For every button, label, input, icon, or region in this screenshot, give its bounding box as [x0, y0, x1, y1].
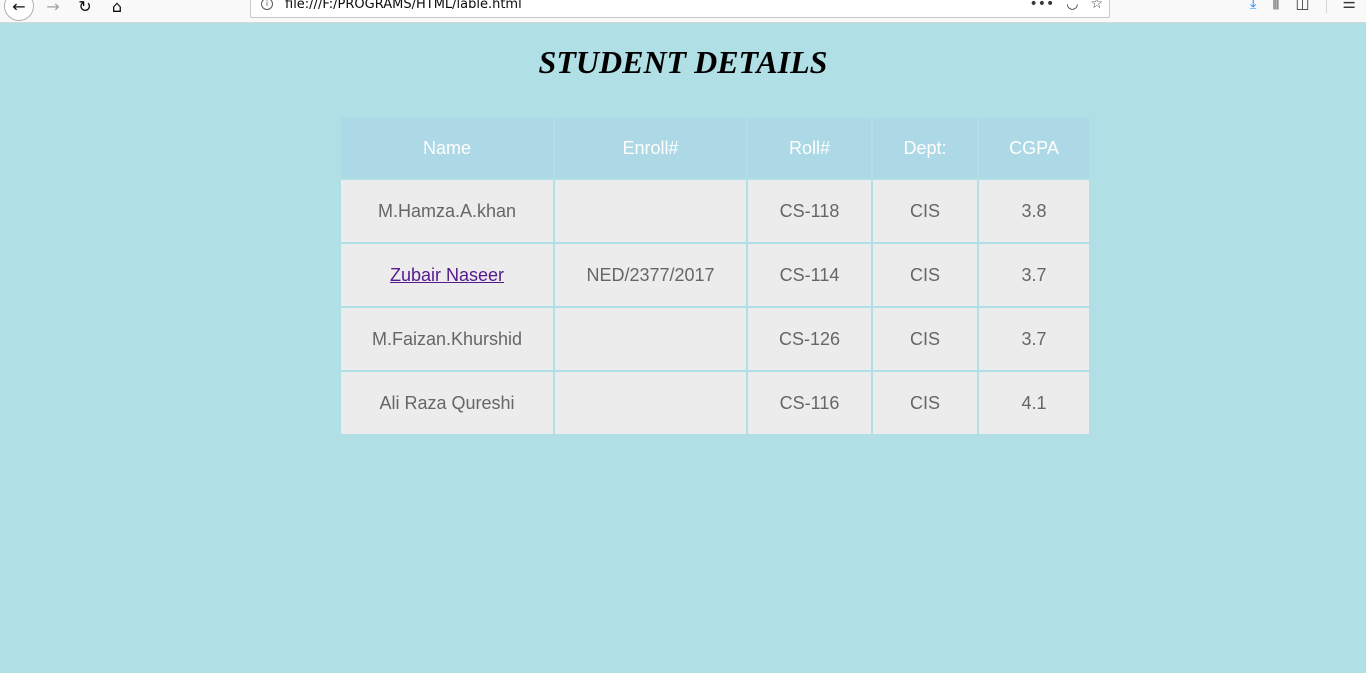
reload-icon[interactable]: ↻ — [74, 0, 96, 20]
info-icon[interactable]: i — [261, 0, 273, 10]
student-name-link[interactable]: Zubair Naseer — [390, 265, 504, 285]
header-dept: Dept: — [873, 118, 977, 178]
cell-enroll — [555, 180, 746, 242]
cell-roll: CS-116 — [748, 372, 871, 434]
cell-cgpa: 3.8 — [979, 180, 1089, 242]
browser-toolbar: ← → ↻ ⌂ i file:///F:/PROGRAMS/HTML/lable… — [0, 0, 1366, 23]
pocket-icon[interactable]: ◡ — [1066, 0, 1078, 12]
cell-enroll: NED/2377/2017 — [555, 244, 746, 306]
page-title: STUDENT DETAILS — [538, 44, 828, 80]
cell-roll: CS-114 — [748, 244, 871, 306]
download-icon[interactable]: ⤓ — [1250, 0, 1257, 12]
hamburger-menu-icon[interactable]: ☰ — [1343, 0, 1356, 12]
table-row: M.Hamza.A.khan CS-118 CIS 3.8 — [341, 180, 1089, 242]
cell-cgpa: 3.7 — [979, 244, 1089, 306]
url-text[interactable]: file:///F:/PROGRAMS/HTML/lable.html — [285, 0, 522, 12]
cell-enroll — [555, 372, 746, 434]
forward-arrow-icon[interactable]: → — [42, 0, 64, 20]
toolbar-divider — [1325, 0, 1327, 13]
back-arrow-icon[interactable]: ← — [4, 0, 34, 21]
cell-dept: CIS — [873, 244, 977, 306]
table-row: Zubair Naseer NED/2377/2017 CS-114 CIS 3… — [341, 244, 1089, 306]
star-icon[interactable]: ☆ — [1090, 0, 1103, 12]
table-header-row: Name Enroll# Roll# Dept: CGPA — [341, 118, 1089, 178]
cell-dept: CIS — [873, 180, 977, 242]
cell-cgpa: 3.7 — [979, 308, 1089, 370]
library-icon[interactable]: ⫼ — [1272, 0, 1279, 12]
header-cgpa: CGPA — [979, 118, 1089, 178]
cell-cgpa: 4.1 — [979, 372, 1089, 434]
header-enroll: Enroll# — [555, 118, 746, 178]
cell-name: M.Faizan.Khurshid — [341, 308, 553, 370]
home-icon[interactable]: ⌂ — [106, 0, 128, 20]
sidebar-icon[interactable]: ◫ — [1295, 0, 1309, 12]
cell-roll: CS-126 — [748, 308, 871, 370]
more-icon[interactable]: ••• — [1029, 0, 1054, 12]
cell-dept: CIS — [873, 308, 977, 370]
cell-name: M.Hamza.A.khan — [341, 180, 553, 242]
address-bar[interactable]: i file:///F:/PROGRAMS/HTML/lable.html ••… — [250, 0, 1110, 18]
student-table: Name Enroll# Roll# Dept: CGPA M.Hamza.A.… — [339, 116, 1091, 436]
header-roll: Roll# — [748, 118, 871, 178]
cell-dept: CIS — [873, 372, 977, 434]
table-row: M.Faizan.Khurshid CS-126 CIS 3.7 — [341, 308, 1089, 370]
header-name: Name — [341, 118, 553, 178]
cell-roll: CS-118 — [748, 180, 871, 242]
cell-enroll — [555, 308, 746, 370]
cell-name: Zubair Naseer — [341, 244, 553, 306]
table-row: Ali Raza Qureshi CS-116 CIS 4.1 — [341, 372, 1089, 434]
cell-name: Ali Raza Qureshi — [341, 372, 553, 434]
